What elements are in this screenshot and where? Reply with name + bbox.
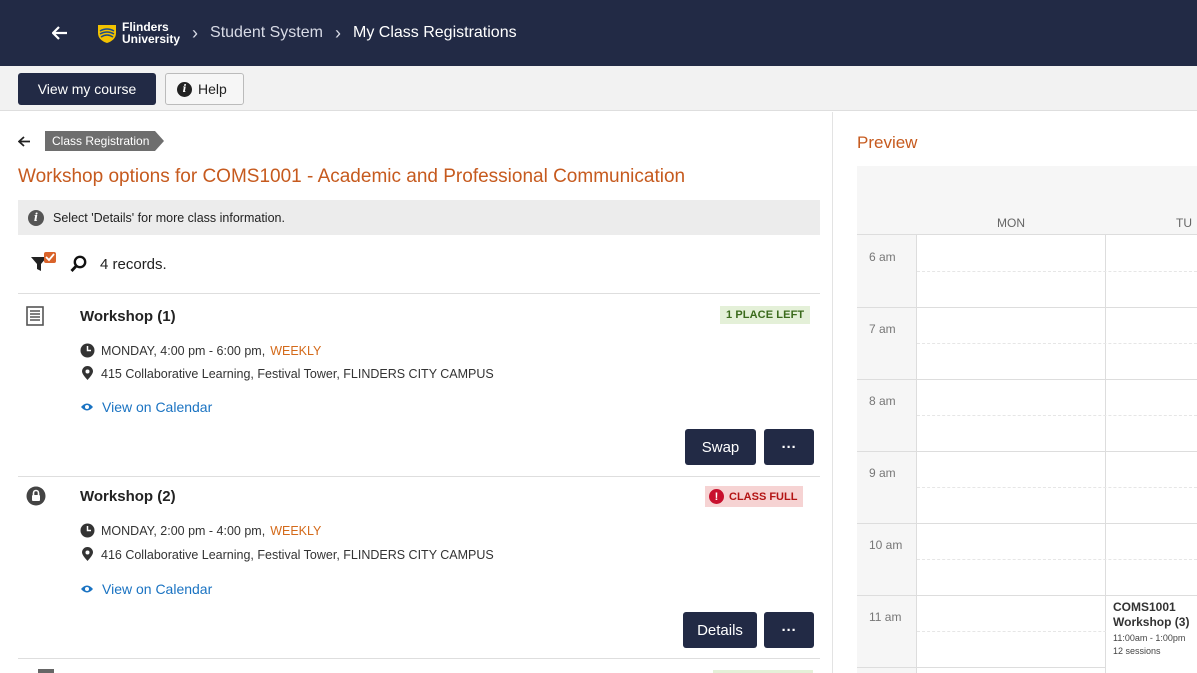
workshop-2-time: MONDAY, 2:00 pm - 4:00 pm, WEEKLY <box>80 523 321 538</box>
workshop-1-location: 415 Collaborative Learning, Festival Tow… <box>80 366 494 381</box>
clock-icon <box>80 343 95 358</box>
next-card-icon-partial <box>38 669 54 673</box>
calendar-header <box>857 166 1197 211</box>
pane-divider <box>832 112 833 673</box>
document-icon <box>26 306 44 326</box>
hour-line <box>857 307 1197 308</box>
swap-button[interactable]: Swap <box>685 429 756 465</box>
search-icon[interactable] <box>70 255 88 273</box>
workshop-1-location-text: 415 Collaborative Learning, Festival Tow… <box>101 366 494 381</box>
view-on-calendar-label: View on Calendar <box>102 399 213 415</box>
half-hour-line <box>917 487 1197 488</box>
workshop-1-frequency: WEEKLY <box>270 343 322 358</box>
hour-label-11am: 11 am <box>869 610 902 624</box>
chevron-right-icon: › <box>334 22 341 43</box>
hour-line <box>857 595 1197 596</box>
half-hour-line <box>917 559 1197 560</box>
places-left-badge: 1 PLACE LEFT <box>720 306 811 324</box>
map-pin-icon <box>82 366 93 380</box>
help-label: Help <box>198 81 227 97</box>
event-course-code: COMS1001 <box>1113 600 1176 614</box>
info-icon: i <box>177 81 192 97</box>
workshop-2-title: Workshop (2) <box>80 488 176 505</box>
help-button[interactable]: i Help <box>165 73 244 105</box>
workshop-2-location: 416 Collaborative Learning, Festival Tow… <box>80 547 494 562</box>
class-full-badge: ! CLASS FULL <box>705 486 804 507</box>
class-registration-tag[interactable]: Class Registration <box>45 131 165 151</box>
hour-label-10am: 10 am <box>869 538 903 552</box>
hour-line <box>857 451 1197 452</box>
calendar-grid: 6 am 7 am 8 am 9 am 10 am 11 am COMS1001… <box>857 235 1197 673</box>
event-sessions: 12 sessions <box>1113 646 1161 656</box>
page-title: Workshop options for COMS1001 - Academic… <box>18 166 686 187</box>
class-registration-breadcrumb: Class Registration <box>18 131 165 151</box>
day-header-tue: TU <box>1176 216 1192 230</box>
chevron-right-icon: › <box>192 22 199 43</box>
map-pin-icon <box>82 547 93 561</box>
hour-label-6am: 6 am <box>869 250 896 264</box>
half-hour-line <box>917 343 1197 344</box>
workshop-1-title: Workshop (1) <box>80 308 176 325</box>
preview-calendar: MON TU 6 am 7 am 8 am 9 am 10 am 11 am C… <box>857 166 1197 673</box>
records-bar: 4 records. <box>30 252 167 276</box>
half-hour-line <box>917 415 1197 416</box>
calendar-event-coms1001[interactable]: COMS1001 Workshop (3) 11:00am - 1:00pm 1… <box>1106 598 1197 673</box>
records-count: 4 records. <box>100 255 167 273</box>
workshop-1-time-text: MONDAY, 4:00 pm - 6:00 pm, <box>101 343 266 358</box>
more-options-button[interactable]: ··· <box>764 429 814 465</box>
lock-icon <box>26 486 46 506</box>
logo-line-2: University <box>122 32 181 46</box>
back-arrow-icon[interactable] <box>50 23 70 43</box>
workshop-2-location-text: 416 Collaborative Learning, Festival Tow… <box>101 547 494 562</box>
eye-icon <box>81 403 93 411</box>
workshop-2-time-text: MONDAY, 2:00 pm - 4:00 pm, <box>101 523 266 538</box>
details-button[interactable]: Details <box>683 612 757 648</box>
day-header-mon: MON <box>997 216 1025 230</box>
top-nav: Flinders University › Student System › M… <box>0 0 1197 66</box>
filter-icon[interactable] <box>30 252 58 276</box>
hour-label-7am: 7 am <box>869 322 896 336</box>
view-my-course-button[interactable]: View my course <box>18 73 156 105</box>
event-class-name: Workshop (3) <box>1113 615 1190 629</box>
workshop-2-frequency: WEEKLY <box>270 523 322 538</box>
view-on-calendar-link[interactable]: View on Calendar <box>80 399 212 415</box>
preview-title: Preview <box>857 133 918 152</box>
divider <box>18 476 820 477</box>
toolbar: View my course i Help <box>0 66 1197 111</box>
info-banner: i Select 'Details' for more class inform… <box>18 200 820 235</box>
divider <box>18 658 820 659</box>
event-time: 11:00am - 1:00pm <box>1113 633 1186 643</box>
breadcrumb-my-class-registrations[interactable]: My Class Registrations <box>353 24 517 42</box>
class-full-label: CLASS FULL <box>729 490 798 503</box>
hour-line <box>857 523 1197 524</box>
workshop-1-time: MONDAY, 4:00 pm - 6:00 pm, WEEKLY <box>80 343 321 358</box>
university-logo[interactable]: Flinders University <box>96 21 180 45</box>
more-options-button[interactable]: ··· <box>764 612 814 648</box>
hour-column <box>857 235 917 673</box>
half-hour-line <box>917 271 1197 272</box>
view-on-calendar-label: View on Calendar <box>102 581 213 597</box>
university-shield-icon <box>98 25 116 43</box>
eye-icon <box>81 585 93 593</box>
breadcrumb-student-system[interactable]: Student System <box>210 24 323 42</box>
view-on-calendar-link[interactable]: View on Calendar <box>80 581 212 597</box>
alert-icon: ! <box>709 489 724 504</box>
calendar-day-headers: MON TU <box>857 211 1197 235</box>
info-text: Select 'Details' for more class informat… <box>53 210 285 225</box>
hour-label-9am: 9 am <box>869 466 896 480</box>
divider <box>18 293 820 294</box>
clock-icon <box>80 523 95 538</box>
hour-line <box>857 379 1197 380</box>
info-icon: i <box>28 209 44 226</box>
back-arrow-icon[interactable] <box>18 135 31 147</box>
hour-label-8am: 8 am <box>869 394 896 408</box>
